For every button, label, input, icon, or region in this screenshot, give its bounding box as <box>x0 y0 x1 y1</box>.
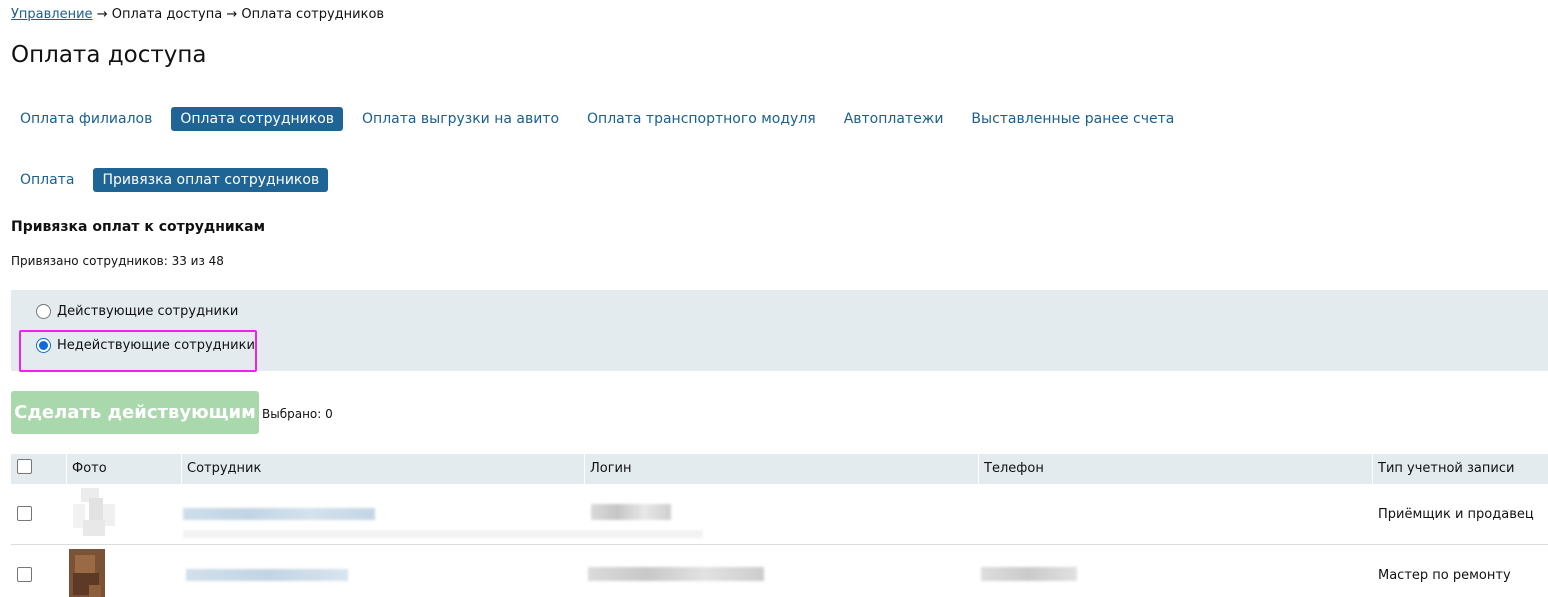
radio-inactive-employees[interactable] <box>36 338 51 353</box>
column-header-employee[interactable]: Сотрудник <box>181 454 261 484</box>
row-checkbox[interactable] <box>17 506 32 521</box>
employee-filter-panel: Действующие сотрудники Недействующие сот… <box>11 290 1548 372</box>
column-header-photo[interactable]: Фото <box>66 454 107 484</box>
table-row[interactable]: Приёмщик и продавец <box>11 484 1548 545</box>
employee-login-blurred <box>591 504 671 520</box>
breadcrumb: Управление → Оплата доступа → Оплата сот… <box>11 7 384 22</box>
tab-avito-export-payment[interactable]: Оплата выгрузки на авито <box>353 107 568 131</box>
sub-tabs: Оплата Привязка оплат сотрудников <box>11 168 338 192</box>
page-title: Оплата доступа <box>11 42 207 68</box>
breadcrumb-trail: → Оплата доступа → Оплата сотрудников <box>92 7 385 22</box>
employee-name-blurred[interactable] <box>186 569 348 581</box>
employee-name-blurred[interactable] <box>183 508 375 520</box>
employee-name-shadow <box>183 530 703 538</box>
subtab-payment[interactable]: Оплата <box>11 168 83 192</box>
account-type: Приёмщик и продавец <box>1378 507 1534 522</box>
bound-count: Привязано сотрудников: 33 из 48 <box>11 254 224 268</box>
filter-active-label: Действующие сотрудники <box>57 304 239 319</box>
tab-previous-invoices[interactable]: Выставленные ранее счета <box>962 107 1183 131</box>
table-row[interactable]: Мастер по ремонту <box>11 545 1548 597</box>
column-header-phone[interactable]: Телефон <box>978 454 1044 484</box>
table-header: Фото Сотрудник Логин Телефон Тип учетной… <box>11 454 1548 484</box>
filter-inactive-label: Недействующие сотрудники <box>57 338 255 353</box>
filter-inactive-employees[interactable]: Недействующие сотрудники <box>36 338 255 353</box>
make-active-button[interactable]: Сделать действующим <box>11 391 259 434</box>
tab-employees-payment[interactable]: Оплата сотрудников <box>171 107 344 131</box>
employee-photo <box>73 488 115 536</box>
tab-branches-payment[interactable]: Оплата филиалов <box>11 107 161 131</box>
selected-count: Выбрано: 0 <box>262 407 333 421</box>
employee-phone-blurred <box>981 567 1077 581</box>
employee-login-blurred <box>588 567 764 581</box>
main-tabs: Оплата филиалов Оплата сотрудников Оплат… <box>11 107 1193 131</box>
employees-table: Фото Сотрудник Логин Телефон Тип учетной… <box>11 454 1548 597</box>
filter-active-employees[interactable]: Действующие сотрудники <box>36 304 238 319</box>
subtab-employee-binding[interactable]: Привязка оплат сотрудников <box>93 168 329 192</box>
breadcrumb-link-management[interactable]: Управление <box>11 7 93 22</box>
select-all-checkbox[interactable] <box>17 459 32 474</box>
radio-active-employees[interactable] <box>36 304 51 319</box>
section-title: Привязка оплат к сотрудникам <box>11 219 266 235</box>
row-checkbox[interactable] <box>17 567 32 582</box>
employee-photo <box>69 549 105 597</box>
tab-autopayments[interactable]: Автоплатежи <box>835 107 953 131</box>
account-type: Мастер по ремонту <box>1378 568 1511 583</box>
column-header-account-type[interactable]: Тип учетной записи <box>1372 454 1514 484</box>
tab-transport-module-payment[interactable]: Оплата транспортного модуля <box>578 107 825 131</box>
column-header-login[interactable]: Логин <box>584 454 632 484</box>
